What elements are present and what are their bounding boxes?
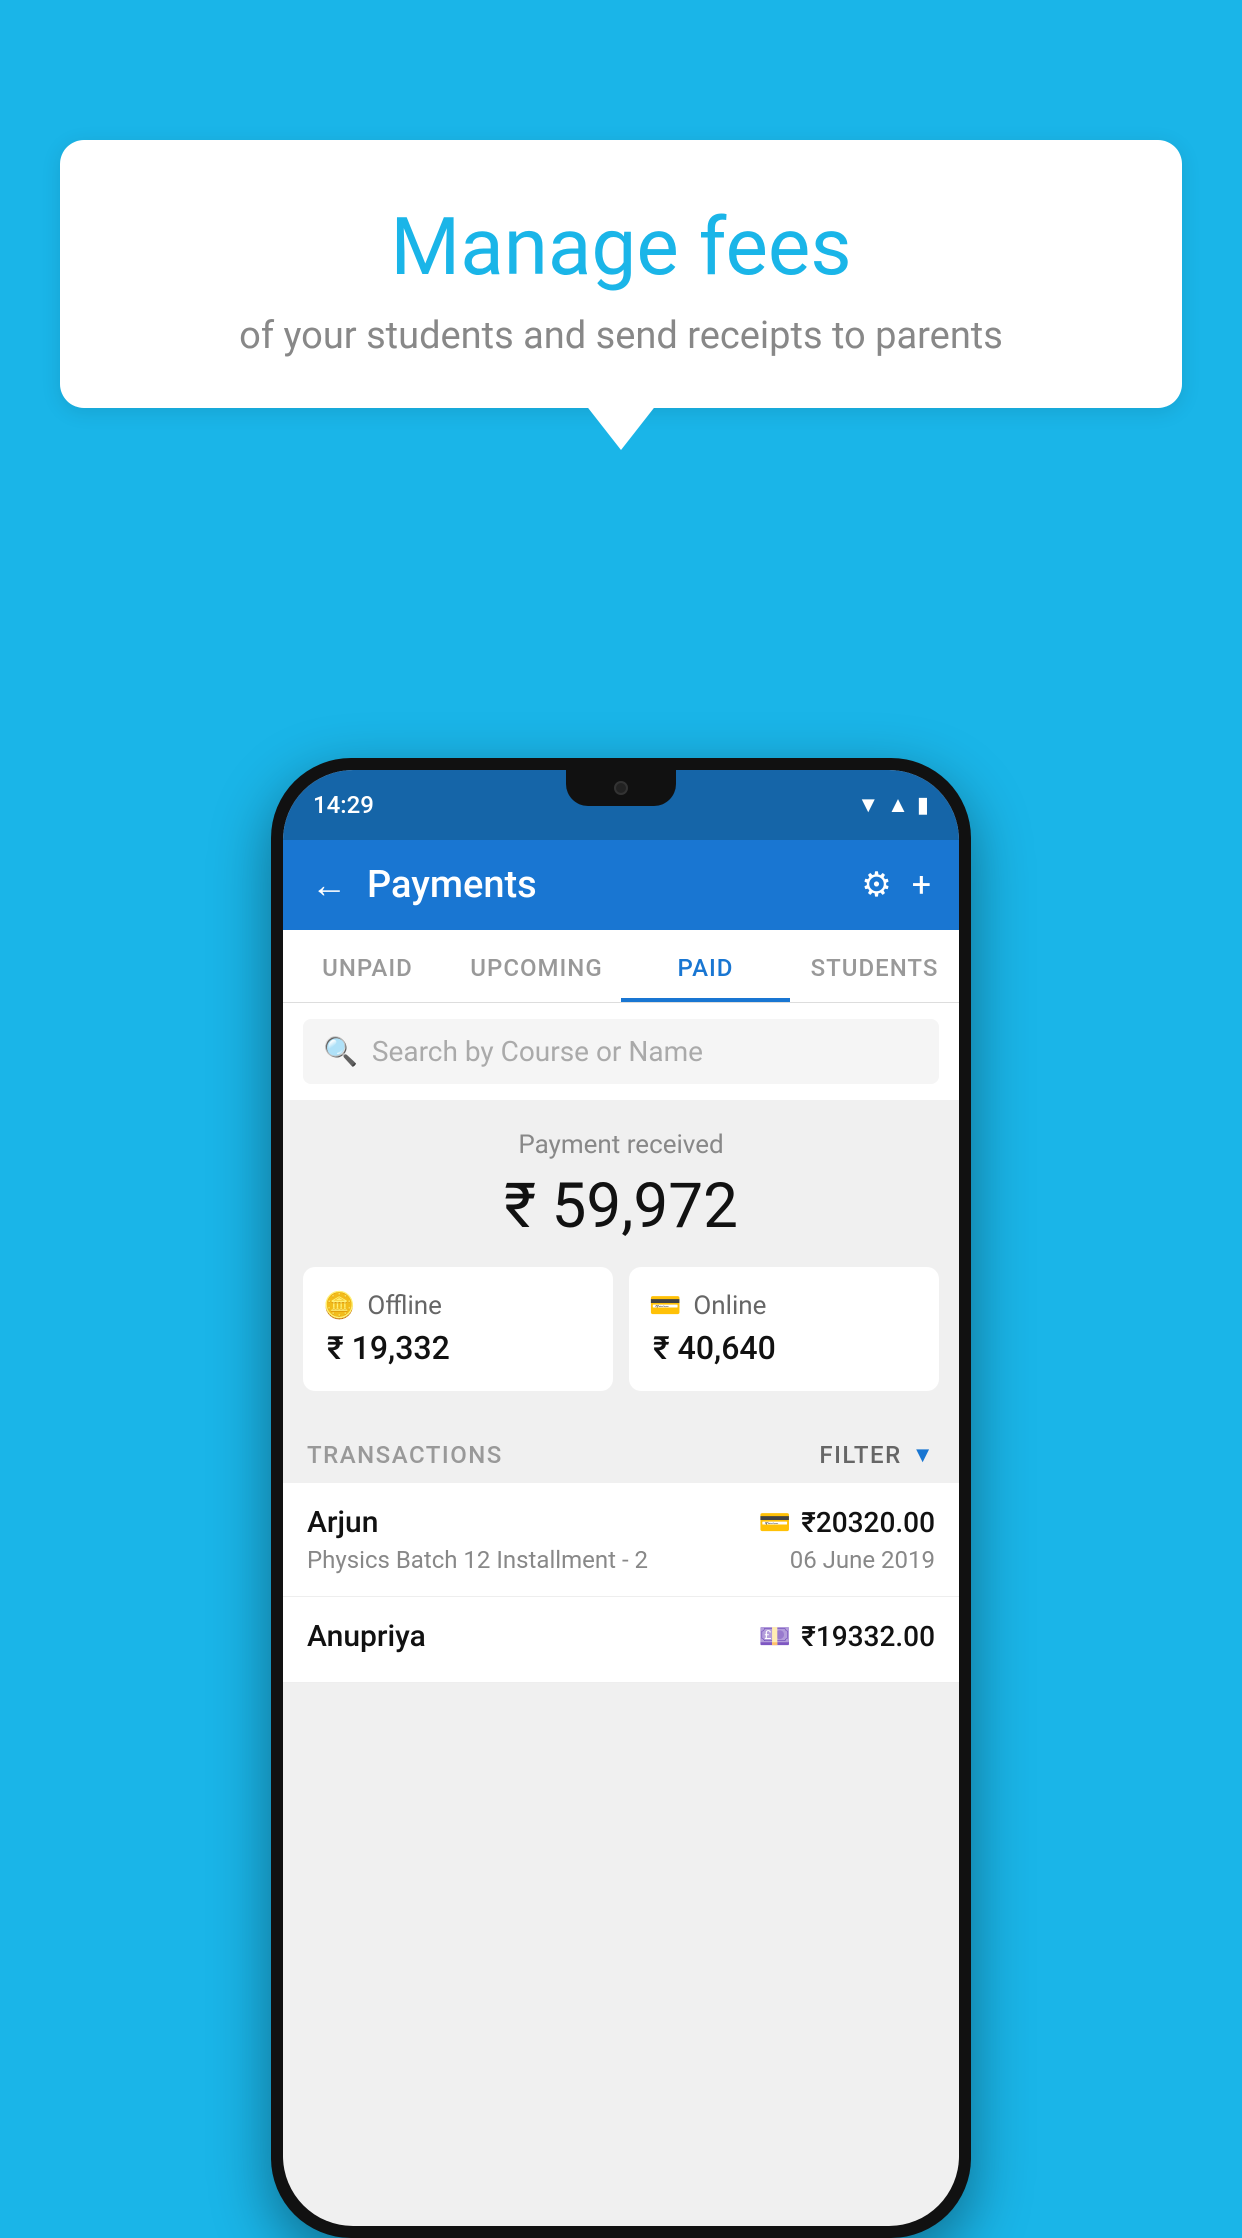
battery-icon: ▮ bbox=[917, 793, 929, 818]
payment-label: Payment received bbox=[303, 1130, 939, 1160]
signal-icon: ▲ bbox=[887, 792, 909, 818]
filter-label: FILTER bbox=[819, 1441, 901, 1469]
transaction-row[interactable]: Anupriya 💷 ₹19332.00 bbox=[283, 1597, 959, 1683]
payment-total: ₹ 59,972 bbox=[303, 1170, 939, 1243]
wifi-icon: ▼ bbox=[857, 792, 879, 818]
online-label: Online bbox=[693, 1291, 766, 1321]
offline-card: 🪙 Offline ₹ 19,332 bbox=[303, 1267, 613, 1391]
tab-upcoming[interactable]: UPCOMING bbox=[452, 930, 621, 1002]
filter-icon: ▼ bbox=[912, 1442, 935, 1468]
status-time: 14:29 bbox=[313, 791, 374, 819]
bubble-title: Manage fees bbox=[110, 200, 1132, 294]
transaction-date-arjun: 06 June 2019 bbox=[790, 1546, 935, 1574]
search-icon: 🔍 bbox=[323, 1035, 358, 1068]
bubble-subtitle: of your students and send receipts to pa… bbox=[110, 314, 1132, 358]
tab-paid[interactable]: PAID bbox=[621, 930, 790, 1002]
search-container: 🔍 Search by Course or Name bbox=[283, 1003, 959, 1100]
transactions-label: TRANSACTIONS bbox=[307, 1441, 503, 1469]
online-amount: ₹ 40,640 bbox=[649, 1329, 919, 1367]
online-icon: 💳 bbox=[649, 1291, 681, 1321]
status-icons: ▼ ▲ ▮ bbox=[857, 792, 929, 818]
student-name-arjun: Arjun bbox=[307, 1505, 378, 1540]
speech-bubble: Manage fees of your students and send re… bbox=[60, 140, 1182, 408]
transactions-header: TRANSACTIONS FILTER ▼ bbox=[283, 1421, 959, 1483]
search-bar[interactable]: 🔍 Search by Course or Name bbox=[303, 1019, 939, 1084]
offline-amount: ₹ 19,332 bbox=[323, 1329, 593, 1367]
offline-label: Offline bbox=[367, 1291, 442, 1321]
student-name-anupriya: Anupriya bbox=[307, 1619, 426, 1654]
payment-cards: 🪙 Offline ₹ 19,332 💳 Online ₹ 40,640 bbox=[303, 1267, 939, 1391]
header-title: Payments bbox=[367, 863, 841, 907]
tab-students[interactable]: STUDENTS bbox=[790, 930, 959, 1002]
payment-summary: Payment received ₹ 59,972 🪙 Offline ₹ 19… bbox=[283, 1100, 959, 1421]
phone-screen: 14:29 ▼ ▲ ▮ ← Payments ⚙ + UNPAID UPCOMI… bbox=[283, 770, 959, 2226]
header-icons: ⚙ + bbox=[861, 865, 931, 905]
tab-unpaid[interactable]: UNPAID bbox=[283, 930, 452, 1002]
notch bbox=[566, 770, 676, 806]
camera-dot bbox=[614, 781, 628, 795]
transaction-row[interactable]: Arjun 💳 ₹20320.00 Physics Batch 12 Insta… bbox=[283, 1483, 959, 1597]
amount-row: 💳 ₹20320.00 bbox=[759, 1506, 935, 1539]
tabs-bar: UNPAID UPCOMING PAID STUDENTS bbox=[283, 930, 959, 1003]
app-header: ← Payments ⚙ + bbox=[283, 840, 959, 930]
payment-type-icon: 💳 bbox=[759, 1508, 791, 1538]
amount-row-2: 💷 ₹19332.00 bbox=[759, 1620, 935, 1653]
online-card: 💳 Online ₹ 40,640 bbox=[629, 1267, 939, 1391]
back-button[interactable]: ← bbox=[311, 864, 347, 906]
settings-icon[interactable]: ⚙ bbox=[861, 865, 891, 905]
status-bar: 14:29 ▼ ▲ ▮ bbox=[283, 770, 959, 840]
phone-frame: 14:29 ▼ ▲ ▮ ← Payments ⚙ + UNPAID UPCOMI… bbox=[271, 758, 971, 2238]
transaction-amount-arjun: ₹20320.00 bbox=[801, 1506, 935, 1539]
filter-button[interactable]: FILTER ▼ bbox=[819, 1441, 935, 1469]
offline-icon: 🪙 bbox=[323, 1291, 355, 1321]
course-info-arjun: Physics Batch 12 Installment - 2 bbox=[307, 1546, 648, 1574]
payment-type-icon-2: 💷 bbox=[759, 1622, 791, 1652]
search-placeholder: Search by Course or Name bbox=[372, 1035, 703, 1068]
transaction-amount-anupriya: ₹19332.00 bbox=[801, 1620, 935, 1653]
add-icon[interactable]: + bbox=[912, 865, 931, 905]
